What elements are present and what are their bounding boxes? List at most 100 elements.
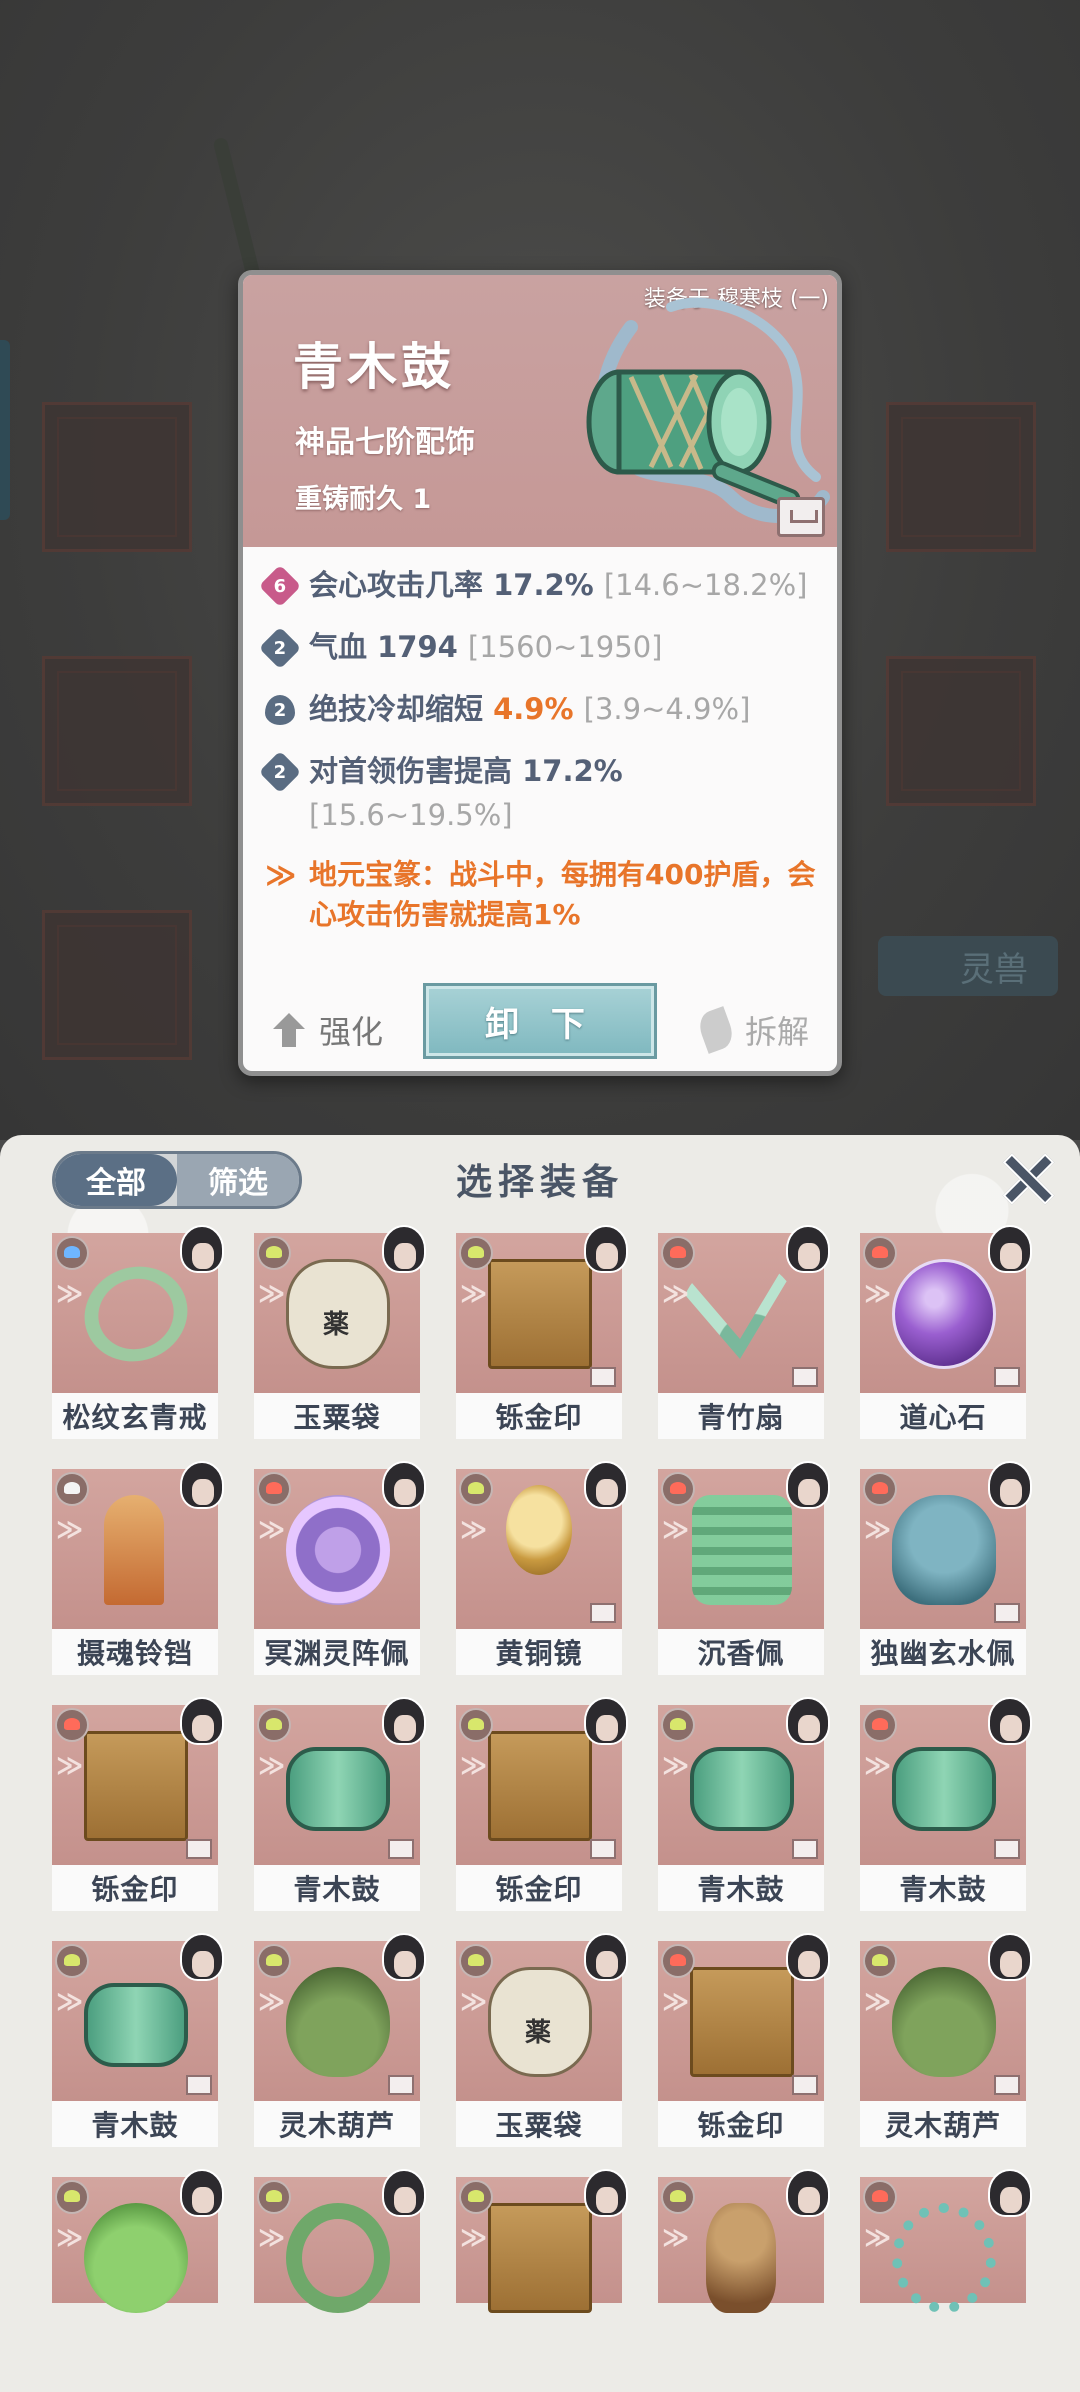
element-white-icon	[55, 1472, 89, 1506]
equipment-art: ≫	[456, 1697, 628, 1865]
equipment-card[interactable]: ≫ 铄金印	[658, 1933, 830, 2147]
equipment-card[interactable]: ≫ 独幽玄水佩	[860, 1461, 1032, 1675]
strengthen-label: 强化	[319, 1013, 384, 1051]
equipment-art: ≫	[254, 1697, 426, 1865]
gourd2-icon	[84, 2203, 188, 2313]
equipment-art: ≫	[456, 2169, 628, 2313]
equipment-name: 玉粟袋	[254, 1393, 420, 1439]
stat-row: 6 会心攻击几率 17.2% [14.6~18.2%]	[258, 563, 823, 608]
equipment-card[interactable]: ≫ 青木鼓	[658, 1697, 830, 1911]
element-wind-icon	[257, 1236, 291, 1270]
equipment-card[interactable]: ≫	[658, 2169, 830, 2313]
lock-icon	[994, 1839, 1020, 1859]
owner-avatar-icon	[180, 1225, 224, 1273]
lock-icon	[186, 2075, 212, 2095]
owner-avatar-icon	[786, 2169, 830, 2217]
equipment-card[interactable]: ≫ 灵木葫芦	[860, 1933, 1032, 2147]
dismantle-button[interactable]: 拆解	[695, 1006, 809, 1054]
set-mark-icon: ≫	[864, 1279, 892, 1309]
background-slot	[42, 910, 192, 1060]
element-fire-icon	[257, 1472, 291, 1506]
equipment-art: ≫	[860, 1933, 1032, 2101]
mirror-icon	[506, 1485, 572, 1575]
unequip-button[interactable]: 卸 下	[423, 983, 657, 1059]
owner-avatar-icon	[382, 1225, 426, 1273]
affix-level-badge: 2	[258, 626, 302, 670]
set-mark-icon: ≫	[258, 1751, 286, 1781]
equipment-card[interactable]: ≫ 铄金印	[456, 1225, 628, 1439]
equipment-card[interactable]: ≫	[254, 2169, 426, 2313]
equipment-art: ≫	[658, 1933, 830, 2101]
equipment-card[interactable]: ≫ 松纹玄青戒	[52, 1225, 224, 1439]
lock-icon	[590, 1839, 616, 1859]
set-mark-icon: ≫	[56, 1279, 84, 1309]
element-fire-icon	[661, 1236, 695, 1270]
equipment-card[interactable]: ≫	[456, 2169, 628, 2313]
owner-avatar-icon	[180, 1933, 224, 1981]
equipment-card[interactable]: ≫ 冥渊灵阵佩	[254, 1461, 426, 1675]
element-wind-icon	[661, 2180, 695, 2214]
wheel-icon	[286, 1495, 390, 1605]
equipment-art: ≫	[658, 1225, 830, 1393]
equipment-card[interactable]: ≫	[860, 2169, 1032, 2313]
lock-icon	[388, 1839, 414, 1859]
set-effect: ≫ 地元宝篆：战斗中，每拥有400护盾，会心攻击伤害就提高1%	[265, 855, 823, 935]
equipment-name: 道心石	[860, 1393, 1026, 1439]
set-mark-icon: ≫	[864, 1987, 892, 2017]
seal-icon	[488, 2203, 592, 2313]
equipment-card[interactable]: ≫ 青木鼓	[52, 1933, 224, 2147]
set-mark-icon: ≫	[662, 1515, 690, 1545]
lock-icon	[994, 2075, 1020, 2095]
drum-icon	[892, 1747, 996, 1831]
owner-avatar-icon	[382, 2169, 426, 2217]
equipment-card[interactable]: ≫ 玉粟袋	[254, 1225, 426, 1439]
strengthen-button[interactable]: 强化	[273, 1007, 383, 1053]
set-mark-icon: ≫	[864, 1515, 892, 1545]
equipment-name: 铄金印	[52, 1865, 218, 1911]
equipment-card[interactable]: ≫ 道心石	[860, 1225, 1032, 1439]
equipment-card[interactable]: ≫ 摄魂铃铛	[52, 1461, 224, 1675]
equipment-name: 冥渊灵阵佩	[254, 1629, 420, 1675]
equipment-art: ≫	[860, 1461, 1032, 1629]
item-detail-header: 装备于 穆寒枝 (一) 青木鼓 神品七阶配饰 重铸耐久 1	[243, 275, 837, 547]
equipment-card[interactable]: ≫ 玉粟袋	[456, 1933, 628, 2147]
equipment-card[interactable]: ≫ 青木鼓	[860, 1697, 1032, 1911]
background-side-tab	[0, 340, 10, 520]
equipment-art: ≫	[254, 2169, 426, 2313]
lock-icon[interactable]	[777, 497, 825, 537]
stat-text: 绝技冷却缩短 4.9% [3.9~4.9%]	[309, 687, 750, 731]
equipment-card[interactable]: ≫ 黄铜镜	[456, 1461, 628, 1675]
equipment-art: ≫	[254, 1225, 426, 1393]
equipment-card[interactable]: ≫ 沉香佩	[658, 1461, 830, 1675]
equipment-name: 灵木葫芦	[254, 2101, 420, 2147]
equipment-art: ≫	[52, 1461, 224, 1629]
equipment-card[interactable]: ≫ 灵木葫芦	[254, 1933, 426, 2147]
stat-value: 气血 1794	[309, 630, 458, 664]
bag-icon	[488, 1967, 592, 2077]
element-fire-icon	[863, 2180, 897, 2214]
equipment-card[interactable]: ≫ 铄金印	[456, 1697, 628, 1911]
item-stats: 6 会心攻击几率 17.2% [14.6~18.2%] 2 气血 1794 [1…	[258, 563, 823, 935]
equipment-art: ≫	[52, 1225, 224, 1393]
set-mark-icon: ≫	[258, 1515, 286, 1545]
equipment-name: 黄铜镜	[456, 1629, 622, 1675]
stat-text: 气血 1794 [1560~1950]	[309, 625, 662, 669]
set-mark-icon: ≫	[662, 1751, 690, 1781]
stat-row: 2 气血 1794 [1560~1950]	[258, 625, 823, 670]
pendant-icon	[692, 1495, 792, 1605]
equipment-card[interactable]: ≫	[52, 2169, 224, 2313]
equipment-art: ≫	[254, 1461, 426, 1629]
equipment-card[interactable]: ≫ 青竹扇	[658, 1225, 830, 1439]
owner-avatar-icon	[180, 1461, 224, 1509]
dismantle-icon	[695, 1006, 737, 1054]
set-mark-icon: ≫	[662, 2223, 690, 2253]
element-wind-icon	[459, 1472, 493, 1506]
set-mark-icon: ≫	[56, 1515, 84, 1545]
close-icon[interactable]	[998, 1149, 1054, 1205]
equipment-card[interactable]: ≫ 青木鼓	[254, 1697, 426, 1911]
stat-value: 会心攻击几率 17.2%	[309, 568, 594, 602]
stat-value: 对首领伤害提高 17.2%	[309, 754, 623, 788]
owner-avatar-icon	[988, 2169, 1032, 2217]
equipment-art: ≫	[254, 1933, 426, 2101]
equipment-card[interactable]: ≫ 铄金印	[52, 1697, 224, 1911]
